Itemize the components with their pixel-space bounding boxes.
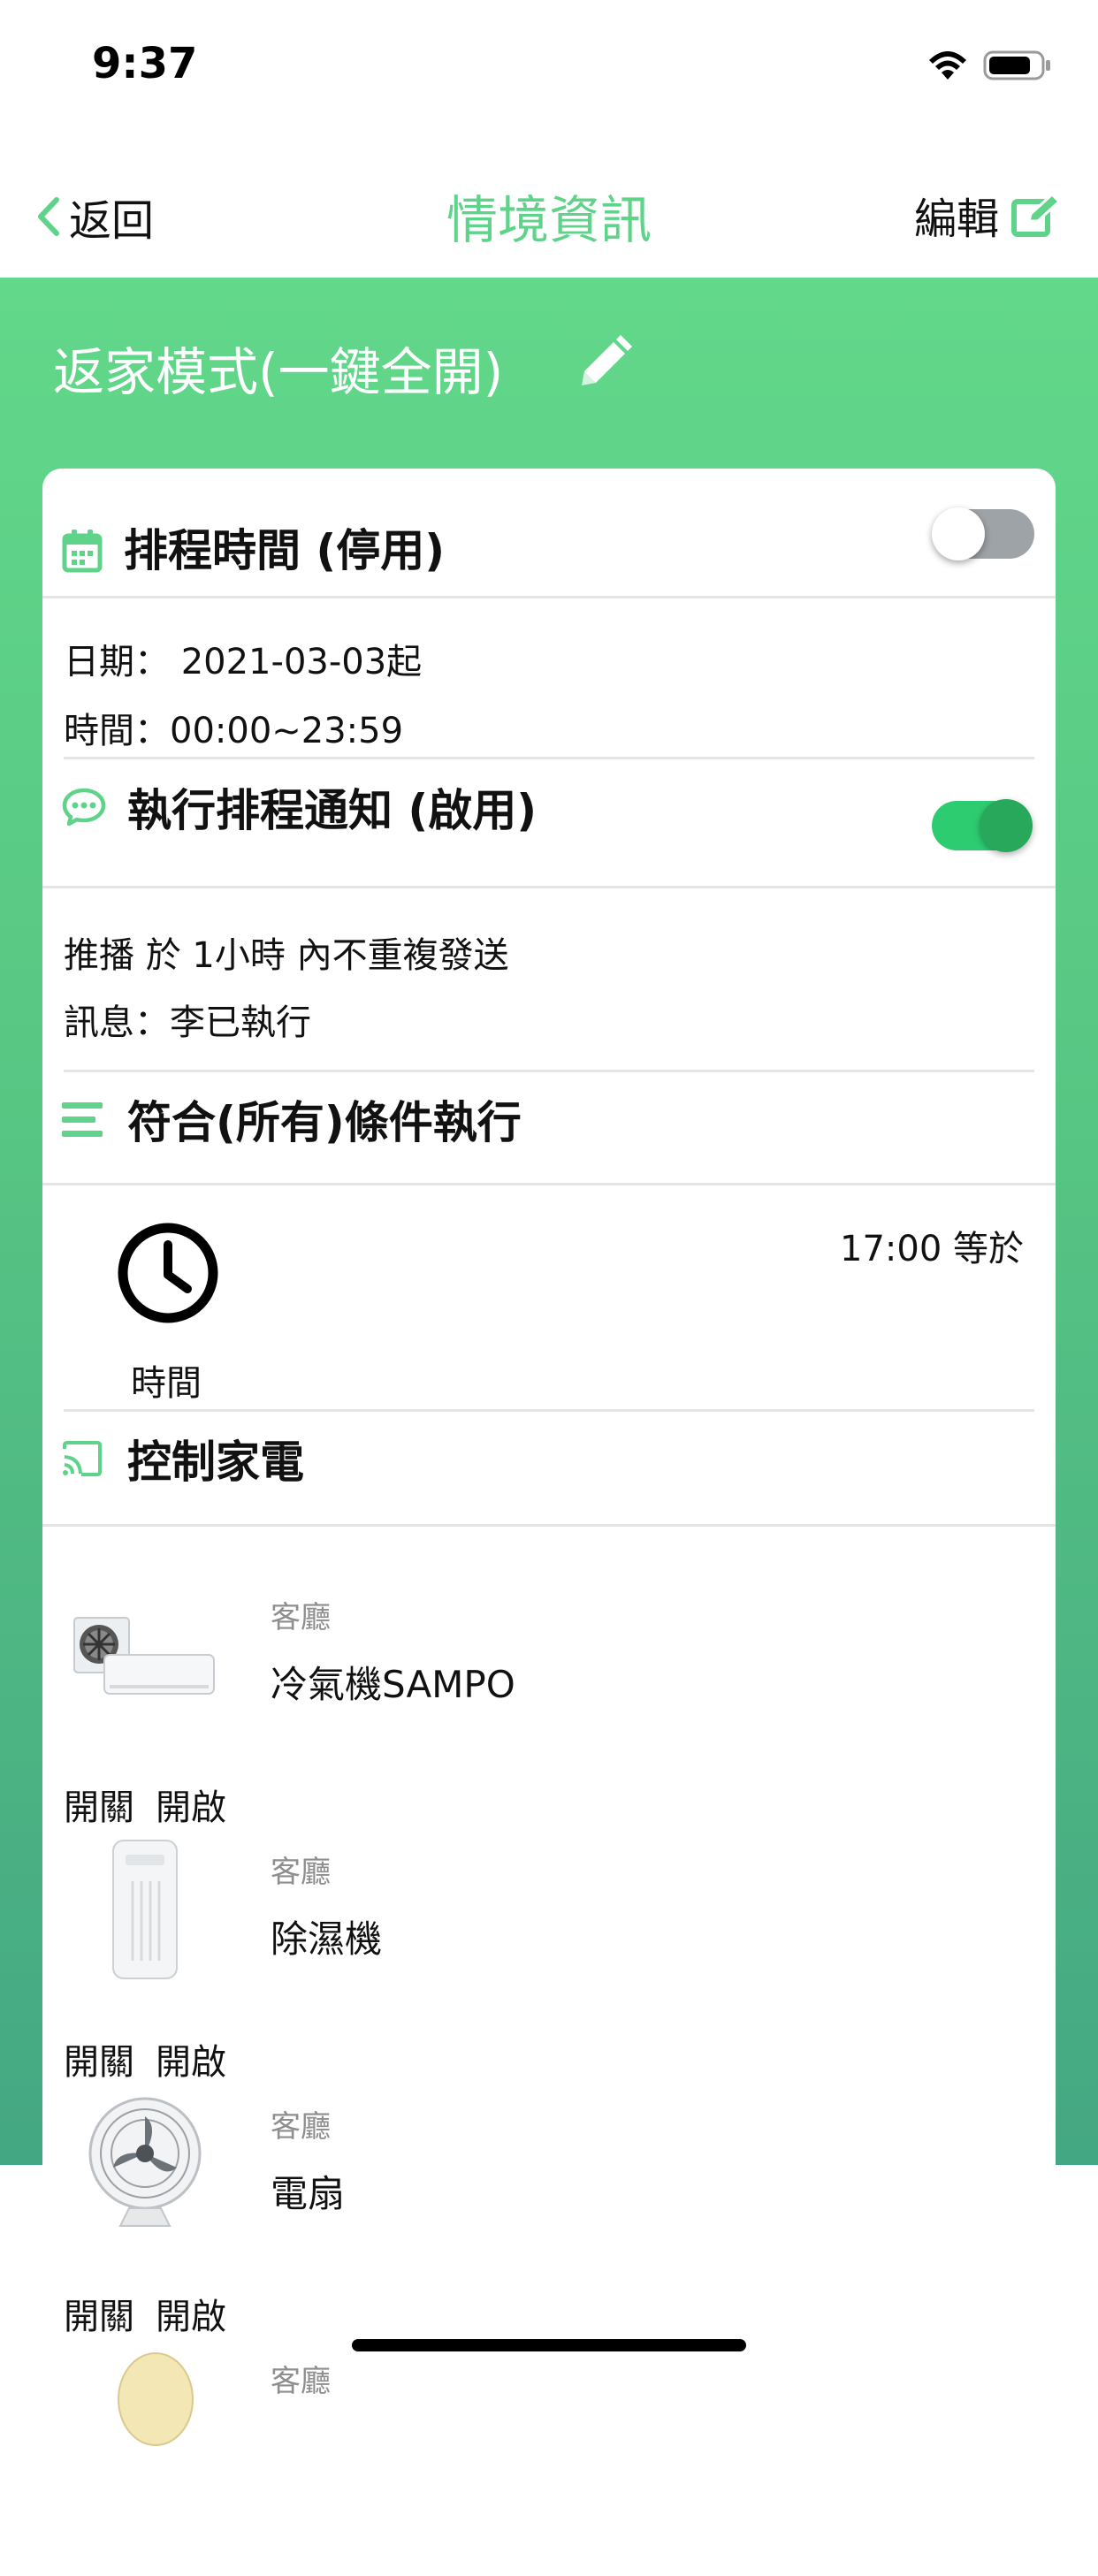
schedule-toggle[interactable] [932, 507, 1034, 560]
control-title: 控制家電 [127, 1437, 304, 1488]
pencil-icon[interactable] [575, 334, 633, 392]
edit-button[interactable]: 編輯 [914, 184, 1061, 246]
notification-push: 推播 於 1小時 內不重複發送 [64, 935, 509, 976]
fan-icon [88, 2097, 202, 2227]
edit-icon [1011, 193, 1061, 237]
wifi-icon [929, 51, 966, 80]
scene-title: 返家模式(一鍵全開) [53, 342, 504, 402]
device-room: 客廳 [271, 1600, 331, 1635]
clock-icon [118, 1223, 218, 1323]
divider [42, 1524, 1056, 1527]
divider [64, 1070, 1034, 1072]
lamp-icon [118, 2352, 194, 2446]
schedule-date: 日期： 2021-03-03起 [64, 642, 423, 682]
condition-title: 符合(所有)條件執行 [127, 1097, 522, 1148]
device-action: 開關 開啟 [64, 2033, 248, 2084]
device-action: 開關 開啟 [64, 1779, 248, 1830]
battery-icon [983, 50, 1050, 80]
device-item[interactable]: 客廳 電扇 開關 開啟 [42, 2092, 1056, 2337]
status-bar: 9:37 [0, 0, 1098, 133]
dehumidifier-icon [112, 1840, 178, 1979]
notification-title: 執行排程通知 (啟用) [127, 785, 538, 836]
toggle-knob [932, 507, 985, 560]
device-action: 開關 開啟 [64, 2288, 248, 2339]
schedule-time: 時間：00:00~23:59 [64, 711, 404, 751]
divider [42, 1183, 1056, 1185]
status-time: 9:37 [92, 39, 198, 88]
divider [64, 757, 1034, 759]
chat-bubble-icon [62, 788, 106, 826]
device-name: 冷氣機SAMPO [271, 1663, 515, 1706]
scene-detail-card: 排程時間 (停用) 日期： 2021-03-03起 時間：00:00~23:59… [42, 469, 1056, 2446]
device-room: 客廳 [271, 1855, 331, 1890]
calendar-icon [62, 530, 103, 573]
schedule-section-header: 排程時間 (停用) [42, 497, 1056, 603]
notification-toggle[interactable] [932, 799, 1033, 852]
divider [64, 1409, 1034, 1412]
condition-section-header: 符合(所有)條件執行 [42, 1075, 1056, 1163]
notification-message: 訊息：李已執行 [64, 1002, 311, 1043]
divider [42, 886, 1056, 888]
condition-item-label: 時間 [131, 1363, 202, 1404]
device-item[interactable]: 客廳 除濕機 開關 開啟 [42, 1837, 1056, 2083]
divider [42, 596, 1056, 598]
device-name: 除濕機 [271, 1917, 383, 1961]
action-key: 開關 [64, 2297, 134, 2337]
device-item[interactable]: 客廳 [42, 2346, 1056, 2576]
home-indicator [352, 2339, 746, 2351]
device-item[interactable]: 客廳 冷氣機SAMPO 開關 開啟 [42, 1582, 1056, 1828]
edit-label: 編輯 [913, 194, 999, 244]
schedule-title: 排程時間 (停用) [124, 525, 446, 576]
condition-item-value: 17:00 等於 [840, 1229, 1024, 1269]
list-icon [62, 1102, 103, 1137]
control-section-header: 控制家電 [42, 1414, 1056, 1503]
action-value: 開啟 [156, 2042, 226, 2083]
notification-section-header: 執行排程通知 (啟用) [42, 760, 1056, 857]
air-conditioner-icon [73, 1617, 215, 1695]
action-value: 開啟 [156, 2297, 226, 2337]
device-name: 電扇 [271, 2172, 346, 2215]
nav-bar: 返回 情境資訊 編輯 [0, 133, 1098, 278]
toggle-knob [980, 799, 1033, 852]
device-room: 客廳 [271, 2364, 331, 2399]
action-key: 開關 [64, 2042, 134, 2083]
cast-icon [63, 1441, 102, 1476]
action-key: 開關 [64, 1787, 134, 1828]
device-room: 客廳 [271, 2109, 331, 2145]
action-value: 開啟 [156, 1787, 226, 1828]
